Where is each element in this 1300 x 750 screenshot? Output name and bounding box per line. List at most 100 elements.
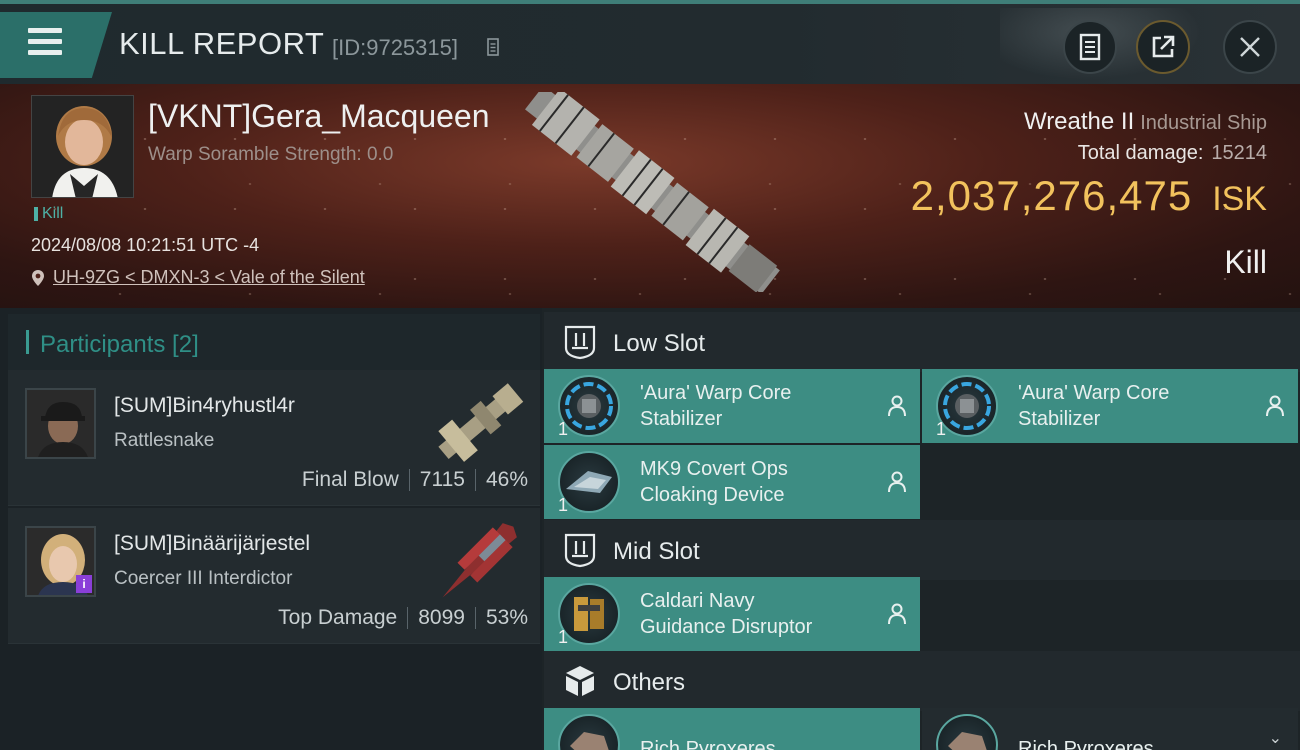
share-button[interactable] [1136, 20, 1190, 74]
isk-value-row: 2,037,276,475 ISK [911, 172, 1267, 220]
module-quantity: 1 [558, 419, 569, 439]
participant-ship-image [442, 523, 517, 598]
person-icon[interactable] [888, 603, 906, 625]
module-name: 'Aura' Warp Core Stabilizer [640, 380, 870, 432]
low-slot-label: Low Slot [613, 330, 706, 357]
ship-class: Industrial Ship [1140, 112, 1267, 134]
module-name: Caldari Navy Guidance Disruptor [640, 588, 870, 640]
module-name-line1: Rich Pyroxeres [1018, 738, 1154, 750]
menu-button[interactable] [0, 12, 112, 78]
participants-panel: Participants [2] [SUM]Bin4ryhustl4r Ratt… [0, 308, 542, 750]
notes-icon [1079, 33, 1101, 61]
close-button[interactable] [1223, 20, 1277, 74]
info-badge: i [76, 575, 92, 593]
person-icon[interactable] [888, 471, 906, 493]
page-title: KILL REPORT [119, 26, 325, 61]
participant-ship: Coercer III Interdictor [114, 568, 293, 589]
header-bar: KILL REPORT [ID:9725315] [0, 4, 1300, 88]
result-label: Kill [1224, 244, 1267, 280]
ore-icon [936, 714, 998, 750]
slot-icon [564, 325, 596, 360]
chevron-down-icon[interactable]: ⌄ [1269, 728, 1282, 748]
module-item[interactable]: 1 MK9 Covert Ops Cloaking Device [544, 445, 920, 519]
module-name-line2: Stabilizer [1018, 408, 1101, 430]
module-item[interactable]: 1 'Aura' Warp Core Stabilizer [544, 369, 920, 443]
total-damage: Total damage: 15214 [1078, 142, 1267, 165]
module-quantity: 1 [936, 419, 947, 439]
participants-header-marker [26, 330, 29, 354]
participant-avatar[interactable] [25, 388, 96, 459]
module-name-line1: MK9 Covert Ops [640, 458, 788, 480]
notes-button[interactable] [1063, 20, 1117, 74]
victim-banner: [VKNT]Gera_Macqueen Warp Soramble Streng… [0, 84, 1300, 308]
ore-icon [558, 714, 620, 750]
module-name: MK9 Covert Ops Cloaking Device [640, 456, 870, 508]
module-item[interactable]: 1 Caldari Navy Guidance Disruptor [544, 577, 920, 651]
victim-ship-image [525, 92, 780, 292]
divider [407, 607, 409, 629]
module-name-line2: Guidance Disruptor [640, 616, 813, 638]
participant-name: [SUM]Binäärijärjestel [114, 532, 311, 555]
module-item[interactable]: Rich Pyroxeres [544, 708, 920, 750]
person-icon[interactable] [1266, 395, 1284, 417]
victim-ship-name[interactable]: Wreathe II Industrial Ship [1024, 108, 1267, 136]
mid-slot-header: Mid Slot [544, 520, 1300, 580]
participant-stats: Top Damage 8099 53% [278, 606, 528, 630]
kill-tag: Kill [34, 205, 63, 223]
location-text: UH-9ZG < DMXN-3 < Vale of the Silent [53, 267, 365, 287]
low-slot-header: Low Slot [544, 312, 1300, 372]
module-name-line2: Cloaking Device [640, 484, 785, 506]
isk-unit: ISK [1212, 180, 1267, 218]
victim-name[interactable]: [VKNT]Gera_Macqueen [148, 98, 490, 135]
copy-icon[interactable] [486, 37, 500, 57]
module-name-line1: 'Aura' Warp Core [640, 382, 792, 404]
module-name: Rich Pyroxeres [1018, 736, 1248, 750]
participant-row[interactable]: i [SUM]Binäärijärjestel Coercer III Inte… [8, 508, 540, 644]
participant-avatar[interactable]: i [25, 526, 96, 597]
menu-icon-bar [22, 39, 62, 44]
participant-ship-image [438, 383, 524, 462]
participant-stats: Final Blow 7115 46% [302, 468, 528, 492]
others-header: Others [544, 651, 1300, 711]
others-label: Others [613, 669, 686, 696]
module-quantity: 1 [558, 627, 569, 647]
total-damage-label: Total damage: [1077, 142, 1204, 164]
divider [474, 469, 476, 491]
slot-icon [564, 533, 596, 568]
participant-role: Final Blow [301, 468, 399, 491]
cargo-box-icon [566, 666, 594, 696]
participant-percent: 53% [485, 606, 528, 629]
module-item[interactable]: Rich Pyroxeres ⌄ [922, 708, 1298, 750]
person-icon[interactable] [888, 395, 906, 417]
participant-ship: Rattlesnake [114, 430, 215, 451]
warp-scramble-strength: Warp Soramble Strength: 0.0 [148, 144, 394, 165]
kill-tag-label: Kill [42, 205, 64, 222]
participant-avatar-image [27, 390, 94, 457]
participant-row[interactable]: [SUM]Bin4ryhustl4r Rattlesnake Final Blo… [8, 370, 540, 506]
victim-avatar-image [32, 96, 133, 197]
module-name: Rich Pyroxeres [640, 736, 870, 750]
isk-value: 2,037,276,475 [910, 172, 1193, 219]
location-link[interactable]: UH-9ZG < DMXN-3 < Vale of the Silent [31, 267, 365, 288]
module-name-line1: Rich Pyroxeres [640, 738, 776, 750]
module-name-line1: Caldari Navy [640, 590, 755, 612]
participants-header: Participants [2] [8, 314, 540, 370]
report-id: [ID:9725315] [332, 35, 458, 60]
module-quantity: 1 [558, 495, 569, 515]
module-name-line1: 'Aura' Warp Core [1018, 382, 1170, 404]
module-name-line2: Stabilizer [640, 408, 723, 430]
participant-damage: 8099 [418, 606, 465, 629]
close-icon [1240, 37, 1260, 57]
total-damage-value: 15214 [1211, 142, 1267, 164]
victim-avatar[interactable] [31, 95, 134, 198]
divider [474, 607, 476, 629]
kill-tag-marker [34, 207, 38, 221]
divider [408, 469, 410, 491]
module-item[interactable]: 1 'Aura' Warp Core Stabilizer [922, 369, 1298, 443]
kill-date: 2024/08/08 10:21:51 UTC -4 [31, 235, 260, 255]
mid-slot-label: Mid Slot [613, 538, 700, 565]
location-pin-icon [32, 269, 44, 286]
fitting-panel: Low Slot 1 'Aura' Warp Core Stabilizer 1… [542, 308, 1300, 750]
participants-title: Participants [2] [40, 331, 199, 358]
participant-damage: 7115 [419, 468, 465, 491]
